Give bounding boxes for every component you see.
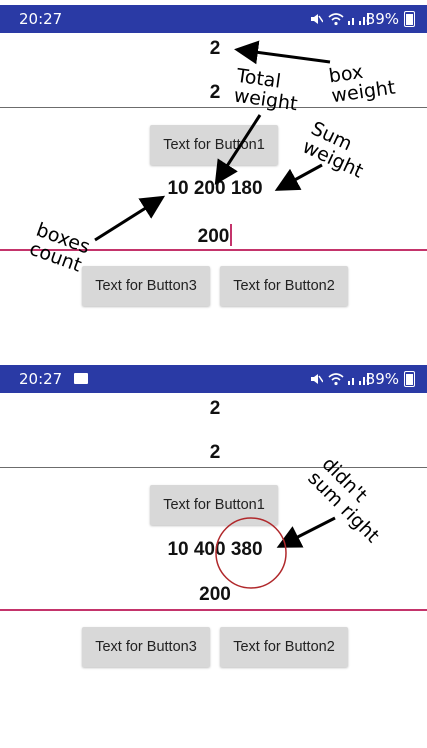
arrow-total-weight	[214, 114, 262, 186]
annotation-arrows	[94, 40, 336, 589]
arrow-didnt-sum-right	[276, 516, 336, 548]
arrow-boxes-count	[94, 195, 166, 242]
arrow-box-weight	[234, 40, 331, 65]
error-circle	[215, 517, 287, 589]
arrow-sum-weight	[274, 163, 323, 191]
